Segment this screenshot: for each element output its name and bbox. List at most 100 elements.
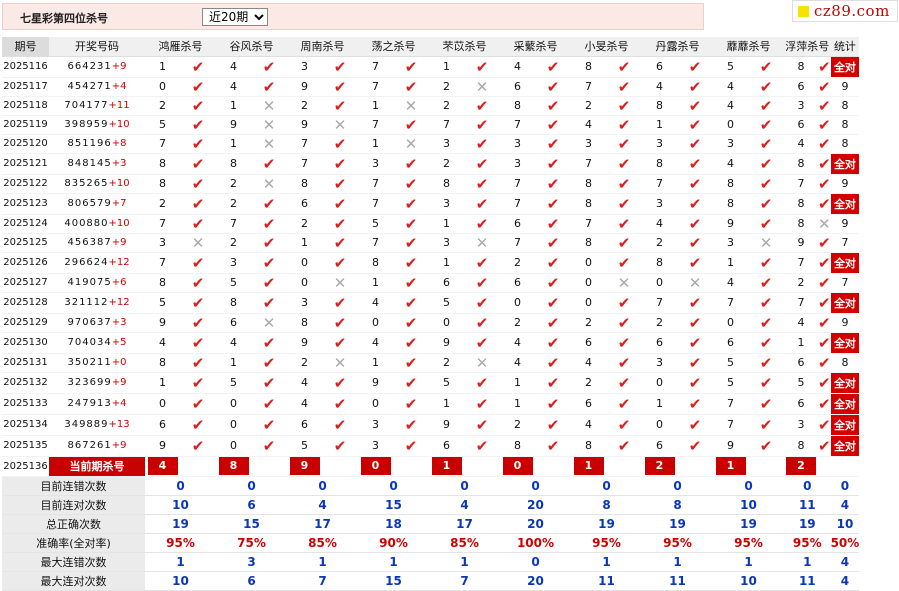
issue-cell: 2025129 (2, 313, 49, 333)
kill-number: 4 (216, 56, 251, 78)
kill-number: 7 (358, 193, 393, 215)
draw-number-cell: 851196+8 (49, 134, 145, 154)
summary-value: 17 (287, 514, 358, 534)
kill-number: 0 (571, 273, 606, 293)
kill-number: 5 (358, 214, 393, 234)
summary-value: 0 (358, 476, 429, 496)
stat-cell: 全对 (830, 56, 860, 78)
summary-row: 最大连错次数 1 3 1 1 1 0 1 1 1 1 4 (2, 552, 860, 572)
current-kill: 4 (147, 457, 178, 475)
page-title: 七星彩第四位杀号 (20, 12, 108, 25)
draw-digits: 704034 (67, 337, 112, 348)
check-icon: ✔ (606, 96, 642, 116)
kill-number: 9 (784, 233, 818, 253)
stat-cell: 全对 (830, 372, 860, 394)
check-icon: ✔ (251, 77, 287, 97)
check-icon: ✔ (464, 252, 500, 274)
stat-cell: 全对 (830, 193, 860, 215)
kill-number: 8 (571, 435, 606, 457)
summary-value: 10 (713, 495, 784, 515)
draw-digits: 664231 (67, 61, 112, 72)
kill-number: 8 (145, 174, 180, 194)
kill-number: 4 (358, 292, 393, 314)
kill-number: 8 (429, 174, 464, 194)
check-icon: ✔ (606, 153, 642, 175)
kill-number: 3 (713, 233, 748, 253)
draw-sum: +12 (108, 257, 130, 268)
kill-number: 8 (571, 174, 606, 194)
check-icon: ✔ (322, 435, 358, 457)
draw-sum: +9 (111, 237, 127, 248)
cross-icon: ✕ (251, 313, 287, 333)
stat-cell: 全对 (830, 332, 860, 354)
kill-number: 1 (287, 233, 322, 253)
all-correct-badge: 全对 (830, 153, 859, 174)
site-logo[interactable]: cz89.com (792, 0, 898, 22)
kill-number-table: 期号 开奖号码 鸿雁杀号 谷风杀号 周南杀号 荡之杀号 芣苡杀号 采蘩杀号 小旻… (2, 37, 860, 591)
table-row: 2025116 664231+9 1 ✔ 4 ✔ 3 ✔ 7 ✔ 1 ✔ 4 ✔ 8 ✔ 6 ✔ 5 ✔ 8 ✔ 全对 (2, 56, 860, 78)
kill-number: 1 (642, 115, 677, 135)
current-issue: 2025136 (2, 456, 49, 477)
check-icon: ✔ (393, 435, 429, 457)
summary-value: 90% (358, 533, 429, 553)
check-icon: ✔ (535, 435, 571, 457)
kill-number: 7 (429, 115, 464, 135)
draw-number-cell: 400880+10 (49, 214, 145, 234)
check-icon: ✔ (535, 393, 571, 415)
current-kill-cell: 1 (571, 456, 606, 477)
summary-stat: 0 (830, 476, 860, 496)
kill-number: 0 (216, 393, 251, 415)
draw-number-cell: 848145+3 (49, 153, 145, 175)
summary-stat: 4 (830, 552, 860, 572)
check-icon: ✔ (818, 134, 831, 154)
check-icon: ✔ (748, 372, 784, 394)
check-icon: ✔ (180, 214, 216, 234)
summary-value: 17 (429, 514, 500, 534)
check-icon: ✔ (677, 96, 713, 116)
check-icon: ✔ (606, 134, 642, 154)
kill-number: 4 (216, 77, 251, 97)
col-issue: 期号 (2, 37, 49, 57)
table-row: 2025123 806579+7 2 ✔ 2 ✔ 6 ✔ 7 ✔ 3 ✔ 7 ✔ 8 ✔ 3 ✔ 8 ✔ 8 ✔ 全对 (2, 193, 860, 215)
draw-number-cell: 350211+0 (49, 353, 145, 373)
col-expert: 采蘩杀号 (500, 37, 571, 57)
issue-cell: 2025133 (2, 393, 49, 415)
draw-digits: 806579 (67, 198, 112, 209)
check-icon: ✔ (464, 134, 500, 154)
draw-number-cell: 321112+12 (49, 292, 145, 314)
check-icon: ✔ (535, 134, 571, 154)
check-icon: ✔ (748, 332, 784, 354)
check-icon: ✔ (818, 56, 831, 78)
kill-number: 6 (642, 435, 677, 457)
current-kill-cell: 0 (358, 456, 393, 477)
kill-number: 3 (784, 414, 818, 436)
summary-row: 最大连对次数 10 6 7 15 7 20 11 11 10 11 4 (2, 571, 860, 591)
check-icon: ✔ (251, 193, 287, 215)
kill-number: 5 (287, 435, 322, 457)
kill-number: 4 (287, 372, 322, 394)
check-icon: ✔ (748, 193, 784, 215)
kill-number: 9 (429, 332, 464, 354)
draw-number-cell: 664231+9 (49, 56, 145, 78)
draw-digits: 323699 (67, 377, 112, 388)
kill-number: 9 (145, 435, 180, 457)
stat-cell: 全对 (830, 435, 860, 457)
issue-cell: 2025132 (2, 372, 49, 394)
draw-sum: +5 (111, 337, 127, 348)
check-icon: ✔ (677, 414, 713, 436)
check-icon: ✔ (606, 56, 642, 78)
summary-value: 7 (287, 571, 358, 591)
summary-value: 85% (287, 533, 358, 553)
kill-number: 1 (500, 372, 535, 394)
all-correct-badge: 全对 (830, 292, 859, 313)
kill-number: 3 (287, 56, 322, 78)
kill-number: 1 (216, 96, 251, 116)
cross-icon: ✕ (677, 273, 713, 293)
kill-number: 8 (784, 153, 818, 175)
current-kill-cell: 1 (429, 456, 464, 477)
draw-digits: 398959 (64, 119, 109, 130)
period-select[interactable]: 近20期 (202, 8, 268, 26)
cross-icon: ✕ (393, 134, 429, 154)
check-icon: ✔ (748, 115, 784, 135)
check-icon: ✔ (251, 393, 287, 415)
